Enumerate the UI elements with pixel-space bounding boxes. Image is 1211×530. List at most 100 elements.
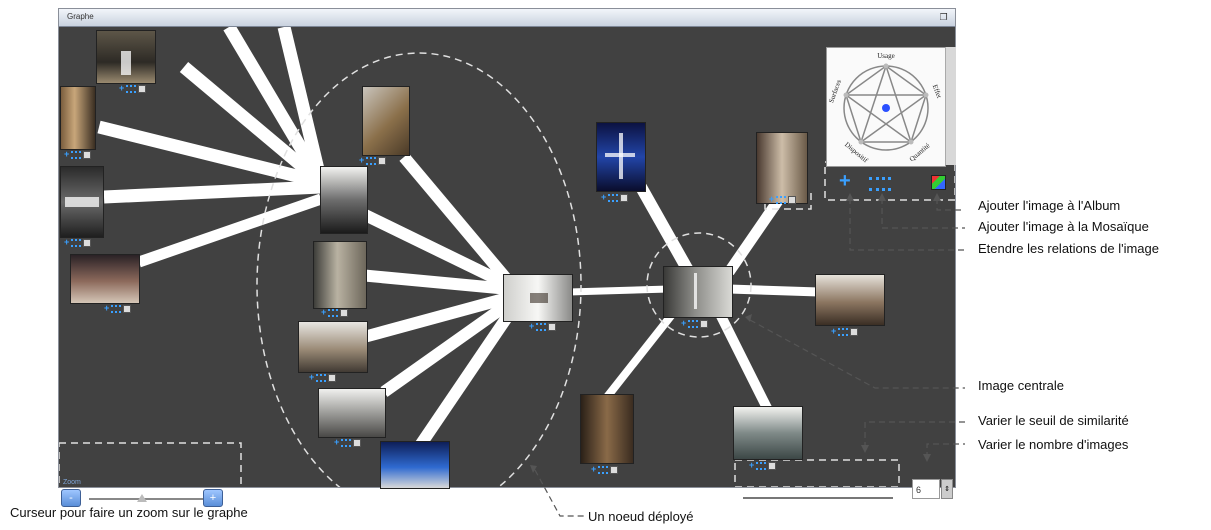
mosaic-grid-icon[interactable] bbox=[608, 193, 619, 202]
node-controls[interactable]: + bbox=[681, 319, 709, 328]
mosaic-grid-icon[interactable] bbox=[71, 150, 82, 159]
threshold-track[interactable] bbox=[743, 497, 893, 499]
extend-relations-icon[interactable] bbox=[850, 327, 859, 336]
node-image[interactable] bbox=[71, 255, 139, 303]
image-count-stepper[interactable]: ⇕ bbox=[941, 479, 953, 499]
pentagon-label-quantite: Quantité bbox=[908, 142, 932, 164]
node-image[interactable] bbox=[314, 242, 366, 308]
extend-relations-icon[interactable] bbox=[123, 304, 132, 313]
plus-icon[interactable]: + bbox=[769, 195, 774, 204]
plus-icon[interactable]: + bbox=[359, 156, 364, 165]
extend-relations-icon[interactable] bbox=[138, 84, 147, 93]
node-controls[interactable]: + bbox=[529, 322, 557, 331]
node-image[interactable] bbox=[816, 275, 884, 325]
mosaic-grid-icon[interactable] bbox=[111, 304, 122, 313]
node-image[interactable] bbox=[734, 407, 802, 459]
node-controls[interactable]: + bbox=[749, 461, 777, 470]
annotation-image-count: Varier le nombre d'images bbox=[978, 437, 1129, 452]
criteria-cursor[interactable] bbox=[882, 104, 890, 112]
image-count-input[interactable]: 6 bbox=[912, 479, 940, 499]
extend-relations-icon[interactable] bbox=[83, 150, 92, 159]
plus-icon[interactable]: + bbox=[831, 327, 836, 336]
zoom-track[interactable] bbox=[89, 498, 209, 500]
node-image[interactable] bbox=[319, 389, 385, 437]
extend-relations-icon[interactable] bbox=[378, 156, 387, 165]
node-controls[interactable]: + bbox=[64, 238, 92, 247]
extend-relations-icon[interactable] bbox=[768, 461, 777, 470]
node-controls[interactable]: + bbox=[309, 373, 337, 382]
edge bbox=[568, 285, 670, 296]
extend-relations-icon[interactable] bbox=[620, 193, 629, 202]
criteria-pentagon[interactable]: Usage Effet Quantité Dispositif Surfaces bbox=[826, 47, 946, 167]
graph-canvas[interactable]: + + + + + + + + + + + + + + + Usage Effe… bbox=[59, 27, 956, 507]
mosaic-grid-icon[interactable] bbox=[71, 238, 82, 247]
node-image[interactable] bbox=[757, 133, 807, 203]
plus-icon[interactable]: + bbox=[601, 193, 606, 202]
node-controls[interactable]: + bbox=[769, 195, 797, 204]
plus-icon[interactable]: + bbox=[334, 438, 339, 447]
mosaic-grid-icon[interactable] bbox=[598, 465, 609, 474]
node-image[interactable] bbox=[97, 31, 155, 83]
node-image[interactable] bbox=[664, 267, 732, 317]
extend-relations-icon[interactable] bbox=[700, 319, 709, 328]
mosaic-grid-icon[interactable] bbox=[126, 84, 137, 93]
similarity-threshold-slider[interactable] bbox=[735, 479, 895, 503]
node-controls[interactable]: + bbox=[104, 304, 132, 313]
node-image[interactable] bbox=[61, 167, 103, 237]
node-image[interactable] bbox=[581, 395, 633, 463]
node-controls[interactable]: + bbox=[119, 84, 147, 93]
extend-relations-icon[interactable] bbox=[340, 308, 349, 317]
node-image[interactable] bbox=[381, 442, 449, 488]
node-image[interactable] bbox=[363, 87, 409, 155]
node-controls[interactable]: + bbox=[334, 438, 362, 447]
edge bbox=[103, 180, 322, 204]
node-image[interactable] bbox=[61, 87, 95, 149]
mosaic-grid-icon[interactable] bbox=[688, 319, 699, 328]
plus-icon[interactable]: + bbox=[104, 304, 109, 313]
plus-icon[interactable]: + bbox=[64, 150, 69, 159]
edge bbox=[728, 284, 820, 297]
plus-icon[interactable]: + bbox=[119, 84, 124, 93]
plus-icon[interactable]: + bbox=[749, 461, 754, 470]
plus-icon: + bbox=[839, 170, 851, 192]
window-restore-icon[interactable]: ❐ bbox=[938, 12, 949, 22]
node-controls[interactable]: + bbox=[64, 150, 92, 159]
plus-icon[interactable]: + bbox=[321, 308, 326, 317]
mosaic-grid-icon[interactable] bbox=[838, 327, 849, 336]
node-image[interactable] bbox=[299, 322, 367, 372]
plus-icon[interactable]: + bbox=[681, 319, 686, 328]
mosaic-grid-icon[interactable] bbox=[366, 156, 377, 165]
mosaic-grid-icon[interactable] bbox=[756, 461, 767, 470]
plus-icon[interactable]: + bbox=[591, 465, 596, 474]
extend-relations-icon[interactable] bbox=[353, 438, 362, 447]
node-image[interactable] bbox=[597, 123, 645, 191]
extend-relations-icon[interactable] bbox=[83, 238, 92, 247]
mosaic-grid-icon[interactable] bbox=[536, 322, 547, 331]
node-image[interactable] bbox=[321, 167, 367, 233]
pentagon-label-usage: Usage bbox=[877, 52, 895, 60]
mosaic-grid-icon[interactable] bbox=[776, 195, 787, 204]
mosaic-grid-icon[interactable] bbox=[316, 373, 327, 382]
zoom-thumb[interactable] bbox=[137, 494, 147, 502]
mosaic-grid-icon[interactable] bbox=[341, 438, 352, 447]
plus-icon[interactable]: + bbox=[309, 373, 314, 382]
node-controls[interactable]: + bbox=[831, 327, 859, 336]
node-controls[interactable]: + bbox=[321, 308, 349, 317]
node-controls[interactable]: + bbox=[359, 156, 387, 165]
panel-handle[interactable] bbox=[945, 47, 956, 165]
extend-relations-icon[interactable] bbox=[548, 322, 557, 331]
plus-icon[interactable]: + bbox=[529, 322, 534, 331]
plus-icon[interactable]: + bbox=[64, 238, 69, 247]
graph-window: Graphe ❐ + + + + + + + + + + + + + + + U… bbox=[58, 8, 956, 507]
annotation-add-album: Ajouter l'image à l'Album bbox=[978, 198, 1121, 213]
node-controls[interactable]: + bbox=[601, 193, 629, 202]
extend-relations-icon[interactable] bbox=[328, 373, 337, 382]
annotation-similarity-threshold: Varier le seuil de similarité bbox=[978, 413, 1129, 428]
node-controls[interactable]: + bbox=[591, 465, 619, 474]
mosaic-grid-icon[interactable] bbox=[328, 308, 339, 317]
extend-relations-icon[interactable] bbox=[610, 465, 619, 474]
window-titlebar[interactable]: Graphe ❐ bbox=[59, 9, 955, 27]
extend-relations-icon[interactable] bbox=[788, 195, 797, 204]
annotation-zoom-slider: Curseur pour faire un zoom sur le graphe bbox=[10, 505, 248, 520]
node-image[interactable] bbox=[504, 275, 572, 321]
